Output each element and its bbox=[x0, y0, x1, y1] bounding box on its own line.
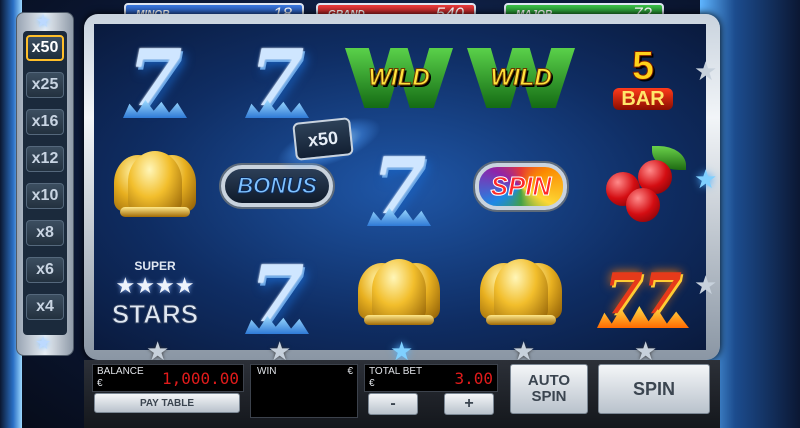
multiplier-x12: x12 bbox=[26, 146, 64, 172]
total-bet-panel: TOTAL BET € 3.00 bbox=[364, 364, 498, 392]
multiplier-x8: x8 bbox=[26, 220, 64, 246]
bar-text: BAR bbox=[613, 88, 673, 110]
balance-label: BALANCE bbox=[97, 366, 144, 377]
balance-currency: € bbox=[97, 378, 103, 389]
total-bet-currency: € bbox=[369, 378, 375, 389]
balance-panel: BALANCE € 1,000.00 bbox=[92, 364, 244, 392]
total-bet-value: 3.00 bbox=[454, 369, 493, 388]
multiplier-x4: x4 bbox=[26, 294, 64, 320]
spin-icon: SPIN bbox=[460, 132, 582, 240]
blue-seven-icon: 7 bbox=[216, 24, 338, 132]
wild-icon: WILD bbox=[338, 24, 460, 132]
multiplier-list: x50 x25 x16 x12 x10 x8 x6 x4 bbox=[23, 31, 67, 335]
multiplier-x6: x6 bbox=[26, 257, 64, 283]
cherry-icon bbox=[582, 132, 704, 240]
stars-text: STARS bbox=[111, 298, 199, 329]
bell-icon bbox=[338, 240, 460, 348]
bonus-text: BONUS bbox=[237, 173, 317, 199]
bar-number: 5 bbox=[631, 44, 655, 88]
increase-bet-button[interactable]: + bbox=[444, 393, 494, 415]
reel-grid[interactable]: 7 7 WILD WILD 5 BAR BONUS 7 SPIN SUPER ★★… bbox=[94, 24, 706, 350]
bell-icon bbox=[460, 240, 582, 348]
flaming-sevens-icon: 77 bbox=[582, 240, 704, 348]
row-star-active-icon: ★ bbox=[694, 164, 718, 194]
win-label: WIN bbox=[257, 366, 277, 377]
paytable-button[interactable]: PAY TABLE bbox=[94, 393, 240, 413]
row-star-icon: ★ bbox=[694, 56, 718, 86]
wild-text: WILD bbox=[490, 64, 552, 92]
multiplier-badge: x50 bbox=[292, 117, 354, 161]
row-star-icon: ★ bbox=[694, 270, 718, 300]
multiplier-x25: x25 bbox=[26, 72, 64, 98]
multiplier-x10: x10 bbox=[26, 183, 64, 209]
5-bar-icon: 5 BAR bbox=[582, 24, 704, 132]
balance-value: 1,000.00 bbox=[161, 369, 239, 388]
blue-seven-icon: 7 bbox=[216, 240, 338, 348]
spin-symbol-text: SPIN bbox=[490, 170, 552, 201]
multiplier-x16: x16 bbox=[26, 109, 64, 135]
super-stars-icon: SUPER ★★★★ STARS bbox=[111, 258, 199, 330]
ladder-bottom-star-icon: ★ bbox=[35, 333, 52, 353]
bell-icon bbox=[94, 132, 216, 240]
wild-icon: WILD bbox=[460, 24, 582, 132]
blue-seven-icon: 7 bbox=[94, 24, 216, 132]
multiplier-ladder: ★ x50 x25 x16 x12 x10 x8 x6 x4 ★ bbox=[16, 11, 74, 356]
ladder-top-star-icon: ★ bbox=[35, 11, 52, 31]
multiplier-x50: x50 bbox=[26, 35, 64, 61]
super-text: SUPER bbox=[134, 258, 176, 273]
wild-text: WILD bbox=[368, 64, 430, 92]
auto-spin-button[interactable]: AUTO SPIN bbox=[510, 364, 588, 414]
win-currency: € bbox=[347, 366, 353, 377]
win-panel: WIN € bbox=[250, 364, 358, 418]
decrease-bet-button[interactable]: - bbox=[368, 393, 418, 415]
spin-button[interactable]: SPIN bbox=[598, 364, 710, 414]
total-bet-label: TOTAL BET bbox=[369, 366, 423, 377]
